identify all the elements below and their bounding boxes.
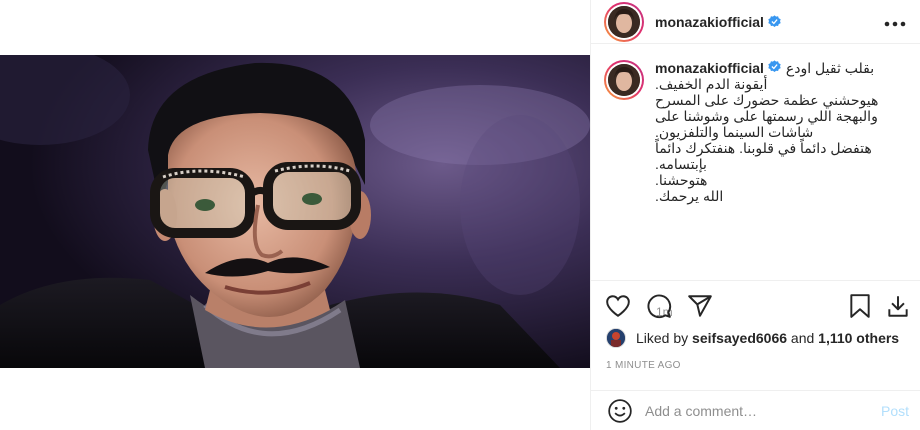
caption-username[interactable]: monazakiofficial <box>655 60 764 76</box>
post-time-ago[interactable]: 1 MINUTE AGO <box>606 360 681 371</box>
liker-avatar[interactable] <box>606 328 626 348</box>
verified-badge-icon <box>768 60 781 73</box>
likes-summary: Liked by seifsayed6066 and 1,110 others <box>606 328 899 348</box>
send-icon[interactable] <box>687 293 713 319</box>
bookmark-icon[interactable] <box>847 293 873 319</box>
caption-line: والبهجة اللي رسمتها على وشوشنا على <box>655 108 878 124</box>
likes-prefix: Liked by <box>636 330 689 346</box>
caption-author-avatar[interactable] <box>604 60 644 100</box>
more-options-button[interactable] <box>884 11 906 32</box>
portrait-photo <box>0 55 590 368</box>
post-side-panel: monazakiofficial monazakiofficial بقلب ث… <box>590 0 920 430</box>
post-comment-button[interactable]: Post <box>881 403 909 419</box>
caption-section: monazakiofficial بقلب ثقيل اودع أيقونة ا… <box>591 44 920 319</box>
caption-line: بقلب ثقيل اودع <box>785 60 875 76</box>
caption-text: monazakiofficial بقلب ثقيل اودع أيقونة ا… <box>655 60 904 204</box>
post-header: monazakiofficial <box>591 0 920 44</box>
action-bar <box>591 282 920 328</box>
avatar-photo <box>608 5 640 38</box>
post-media <box>0 0 590 430</box>
caption-line: شاشات السينما والتلفزيون. <box>655 124 814 140</box>
post-image[interactable] <box>0 55 590 368</box>
heart-icon[interactable] <box>605 293 631 319</box>
caption-line: هتوحشنا. <box>655 172 708 188</box>
avatar-photo <box>607 329 625 347</box>
comment-icon[interactable] <box>646 293 672 319</box>
caption-line: بإبتسامه. <box>655 156 707 172</box>
smiley-icon[interactable] <box>607 398 633 424</box>
avatar-photo <box>608 64 640 96</box>
verified-badge-icon <box>768 15 781 28</box>
download-icon[interactable] <box>885 293 911 319</box>
caption-line: الله يرحمك. <box>655 188 724 204</box>
author-avatar[interactable] <box>604 1 644 42</box>
comment-input[interactable] <box>645 402 855 419</box>
likes-others[interactable]: 1,110 others <box>818 330 899 346</box>
more-horizontal-icon <box>884 21 906 27</box>
author-username[interactable]: monazakiofficial <box>655 14 764 30</box>
caption-line: هيوحشني عظمة حضورك على المسرح <box>655 92 879 108</box>
likes-and: and <box>790 330 815 346</box>
caption-line: هتفضل دائماً في قلوبنا. هنفتكرك دائماً <box>655 140 872 156</box>
caption-line: أيقونة الدم الخفيف. <box>655 76 768 92</box>
liker-username[interactable]: seifsayed6066 <box>692 330 787 346</box>
comment-bar: Post <box>591 390 920 430</box>
